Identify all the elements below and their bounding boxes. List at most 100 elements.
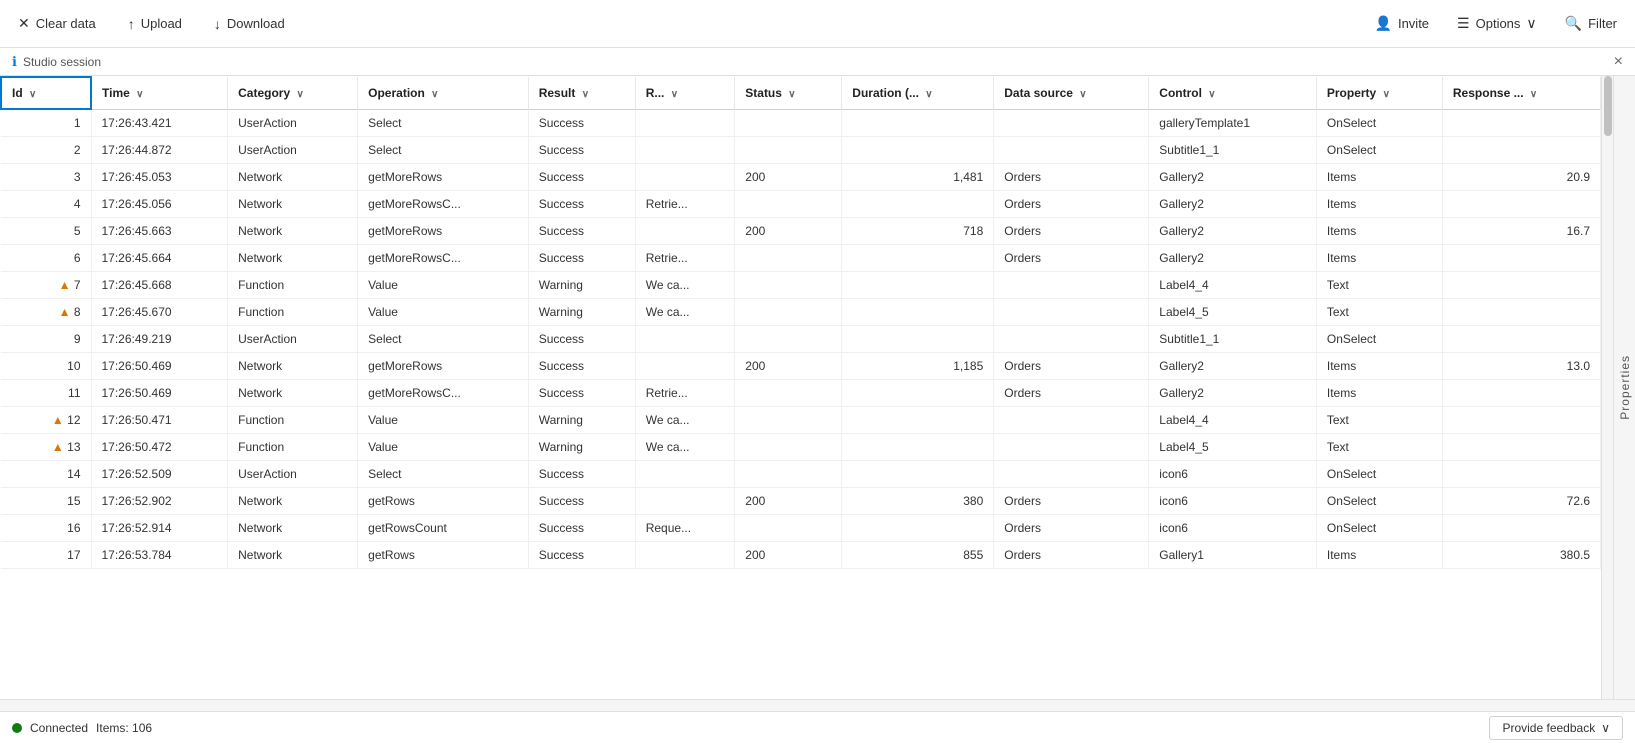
feedback-chevron-icon: ∨	[1601, 721, 1610, 735]
table-cell: 1,481	[842, 164, 994, 191]
table-cell	[994, 407, 1149, 434]
session-bar-left: ℹ Studio session	[12, 54, 101, 70]
filter-button[interactable]: 🔍 Filter	[1559, 11, 1623, 36]
table-cell: 17:26:45.668	[91, 272, 228, 299]
table-row[interactable]: 1417:26:52.509UserActionSelectSuccessico…	[1, 461, 1601, 488]
options-button[interactable]: ☰ Options ∨	[1451, 11, 1543, 36]
table-cell	[735, 137, 842, 164]
table-cell	[735, 380, 842, 407]
table-cell: Gallery2	[1149, 164, 1317, 191]
table-cell: Text	[1316, 407, 1442, 434]
table-wrapper[interactable]: Id ∨ Time ∨ Category ∨ Operation ∨ Resul…	[0, 76, 1601, 699]
table-cell: Success	[528, 542, 635, 569]
table-cell: Success	[528, 380, 635, 407]
table-cell: Items	[1316, 380, 1442, 407]
col-header-r[interactable]: R... ∨	[635, 77, 735, 109]
table-cell: 17	[1, 542, 91, 569]
table-cell	[635, 164, 735, 191]
table-cell: 17:26:45.056	[91, 191, 228, 218]
invite-button[interactable]: 👤 Invite	[1369, 11, 1436, 36]
col-header-datasource[interactable]: Data source ∨	[994, 77, 1149, 109]
table-cell: getRows	[358, 488, 529, 515]
properties-label: Properties	[1618, 355, 1632, 420]
vertical-scrollbar[interactable]	[1601, 76, 1613, 699]
table-cell: Success	[528, 488, 635, 515]
col-header-property[interactable]: Property ∨	[1316, 77, 1442, 109]
session-title: Studio session	[23, 55, 101, 69]
table-row[interactable]: ▲ 1217:26:50.471FunctionValueWarningWe c…	[1, 407, 1601, 434]
toolbar-left: ✕ Clear data ↑ Upload ↓ Download	[12, 11, 1349, 36]
col-header-category[interactable]: Category ∨	[228, 77, 358, 109]
table-cell: Function	[228, 407, 358, 434]
feedback-label: Provide feedback	[1502, 721, 1595, 735]
table-row[interactable]: 417:26:45.056NetworkgetMoreRowsC...Succe…	[1, 191, 1601, 218]
table-row[interactable]: 1717:26:53.784NetworkgetRowsSuccess20085…	[1, 542, 1601, 569]
table-row[interactable]: 617:26:45.664NetworkgetMoreRowsC...Succe…	[1, 245, 1601, 272]
provide-feedback-button[interactable]: Provide feedback ∨	[1489, 716, 1623, 740]
toolbar: ✕ Clear data ↑ Upload ↓ Download 👤 Invit…	[0, 0, 1635, 48]
table-row[interactable]: 1517:26:52.902NetworkgetRowsSuccess20038…	[1, 488, 1601, 515]
properties-panel[interactable]: Properties	[1613, 76, 1635, 699]
table-cell: 17:26:49.219	[91, 326, 228, 353]
session-bar: ℹ Studio session ×	[0, 48, 1635, 76]
table-row[interactable]: ▲ 717:26:45.668FunctionValueWarningWe ca…	[1, 272, 1601, 299]
table-cell: Function	[228, 434, 358, 461]
table-cell: Text	[1316, 299, 1442, 326]
table-row[interactable]: 1017:26:50.469NetworkgetMoreRowsSuccess2…	[1, 353, 1601, 380]
table-row[interactable]: 1617:26:52.914NetworkgetRowsCountSuccess…	[1, 515, 1601, 542]
table-cell: Orders	[994, 218, 1149, 245]
col-header-id[interactable]: Id ∨	[1, 77, 91, 109]
table-cell: 17:26:52.914	[91, 515, 228, 542]
table-cell: Orders	[994, 488, 1149, 515]
table-cell: Success	[528, 218, 635, 245]
table-row[interactable]: 917:26:49.219UserActionSelectSuccessSubt…	[1, 326, 1601, 353]
warning-icon: ▲	[59, 278, 71, 292]
table-cell: Orders	[994, 515, 1149, 542]
table-row[interactable]: 317:26:45.053NetworkgetMoreRowsSuccess20…	[1, 164, 1601, 191]
col-header-result[interactable]: Result ∨	[528, 77, 635, 109]
filter-label: Filter	[1588, 16, 1617, 31]
table-cell	[1442, 137, 1600, 164]
table-cell: getMoreRowsC...	[358, 245, 529, 272]
table-cell: 11	[1, 380, 91, 407]
table-cell: Success	[528, 191, 635, 218]
table-cell: Network	[228, 380, 358, 407]
table-cell: 200	[735, 542, 842, 569]
table-cell: OnSelect	[1316, 515, 1442, 542]
table-cell: OnSelect	[1316, 109, 1442, 137]
clear-data-button[interactable]: ✕ Clear data	[12, 11, 102, 36]
upload-button[interactable]: ↑ Upload	[122, 12, 188, 36]
col-header-response[interactable]: Response ... ∨	[1442, 77, 1600, 109]
horizontal-scrollbar[interactable]	[0, 699, 1635, 711]
col-header-status[interactable]: Status ∨	[735, 77, 842, 109]
table-row[interactable]: 517:26:45.663NetworkgetMoreRowsSuccess20…	[1, 218, 1601, 245]
table-row[interactable]: 1117:26:50.469NetworkgetMoreRowsC...Succ…	[1, 380, 1601, 407]
table-cell: 3	[1, 164, 91, 191]
col-header-time[interactable]: Time ∨	[91, 77, 228, 109]
table-row[interactable]: ▲ 817:26:45.670FunctionValueWarningWe ca…	[1, 299, 1601, 326]
table-cell: 17:26:52.509	[91, 461, 228, 488]
close-session-button[interactable]: ×	[1614, 53, 1623, 71]
table-cell: Success	[528, 515, 635, 542]
table-row[interactable]: 117:26:43.421UserActionSelectSuccessgall…	[1, 109, 1601, 137]
table-cell: getMoreRows	[358, 353, 529, 380]
table-cell: Network	[228, 164, 358, 191]
table-cell	[994, 434, 1149, 461]
table-row[interactable]: ▲ 1317:26:50.472FunctionValueWarningWe c…	[1, 434, 1601, 461]
table-cell: Value	[358, 407, 529, 434]
col-header-control[interactable]: Control ∨	[1149, 77, 1317, 109]
table-cell: 13.0	[1442, 353, 1600, 380]
download-button[interactable]: ↓ Download	[208, 12, 291, 36]
table-cell	[1442, 272, 1600, 299]
col-header-operation[interactable]: Operation ∨	[358, 77, 529, 109]
toolbar-right: 👤 Invite ☰ Options ∨ 🔍 Filter	[1369, 11, 1623, 36]
table-cell	[1442, 434, 1600, 461]
filter-icon: 🔍	[1565, 15, 1582, 32]
table-cell: icon6	[1149, 488, 1317, 515]
table-cell: 17:26:52.902	[91, 488, 228, 515]
table-row[interactable]: 217:26:44.872UserActionSelectSuccessSubt…	[1, 137, 1601, 164]
sort-icon-property: ∨	[1383, 89, 1390, 100]
col-header-duration[interactable]: Duration (... ∨	[842, 77, 994, 109]
h-scroll-inner[interactable]	[0, 700, 1635, 711]
table-cell: UserAction	[228, 137, 358, 164]
